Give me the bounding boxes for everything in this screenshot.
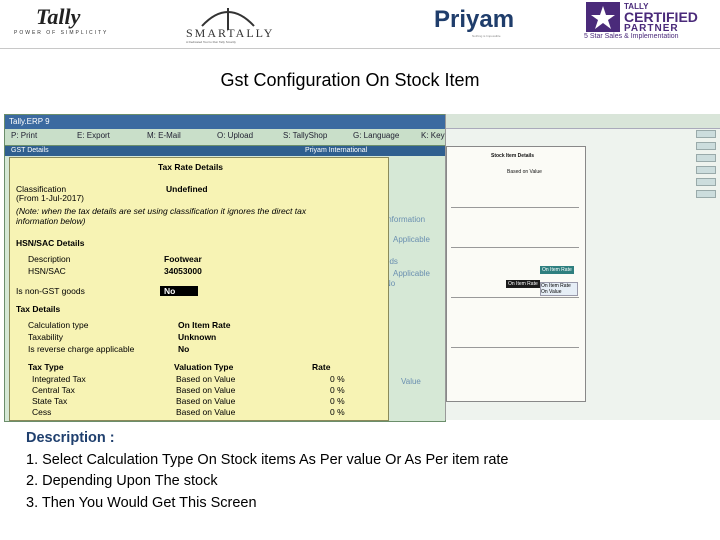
row-tax-type: Cess [32,407,52,417]
priyam-logo: Priyam Nothing is Impossible [432,4,552,42]
row-tax-type: Central Tax [32,385,75,395]
gst-details-form: Tax Rate Details Classification (From 1-… [9,157,389,421]
tally-certified-partner-logo: TALLY CERTIFIED PARTNER 5 Star Sales & I… [584,2,718,44]
reverse-charge-label: Is reverse charge applicable [28,344,135,354]
bg-label-value: Value [401,377,421,386]
row-tax-type: State Tax [32,396,68,406]
col-valuation-type: Valuation Type [174,362,234,372]
row-valuation[interactable]: Based on Value [176,396,235,406]
tax-details-title: Tax Details [16,304,61,314]
reference-list-item: On Value [541,289,562,295]
tally-menubar: P: Print E: Export M: E-Mail O: Upload S… [5,129,465,146]
menu-export[interactable]: E: Export [77,131,110,140]
hsn-section-title: HSN/SAC Details [16,238,85,248]
description-line: 2. Depending Upon The stock [26,473,218,489]
priyam-logo-word: Priyam [434,6,515,33]
description-value[interactable]: Footwear [164,254,202,264]
calc-type-label: Calculation type [28,320,89,330]
reference-side-button [696,154,716,162]
tally-header-bar: GST Details Priyam International [5,146,445,156]
taxability-value[interactable]: Unknown [178,332,216,342]
reference-divider [451,297,579,298]
classification-sub: (From 1-Jul-2017) [16,193,85,203]
smartally-logo-tagline: A Dedicated Tool to Run Tally Smartly [186,40,236,44]
description-label: Description [28,254,71,264]
reference-side-button [696,190,716,198]
non-gst-label: Is non-GST goods [16,286,85,296]
reference-divider [451,207,579,208]
reference-side-button [696,130,716,138]
reference-selected-option: On Item Rate [506,280,540,288]
row-rate[interactable]: 0 % [330,396,345,406]
priyam-logo-tagline: Nothing is Impossible [472,34,501,38]
description-line: 1. Select Calculation Type On Stock item… [26,451,509,468]
reference-popup: Stock Item Details Based on Value [446,146,586,402]
tax-rate-details-title: Tax Rate Details [158,162,224,172]
classification-note: (Note: when the tax details are set usin… [16,206,307,226]
reference-toolbar [446,114,720,129]
hsn-label: HSN/SAC [28,266,66,276]
smartally-logo-word: SMARTALLY [186,26,275,40]
row-rate[interactable]: 0 % [330,385,345,395]
description-line: 3. Then You Would Get This Screen [26,494,257,511]
reverse-charge-value[interactable]: No [178,344,189,354]
logo-banner: Tally POWER OF SIMPLICITY SMARTALLY A De… [0,0,720,49]
non-gst-value[interactable]: No [160,286,198,296]
smartally-logo: SMARTALLY A Dedicated Tool to Run Tally … [184,4,284,46]
menu-email[interactable]: M: E-Mail [147,131,181,140]
menu-upload[interactable]: O: Upload [217,131,253,140]
row-rate[interactable]: 0 % [330,407,345,417]
bg-label-applicable-1: Applicable [393,235,430,244]
reference-side-button [696,178,716,186]
tally-logo-word: Tally [36,4,81,29]
tally-logo: Tally POWER OF SIMPLICITY [8,4,124,42]
classification-value[interactable]: Undefined [166,184,208,194]
reference-screenshot: Stock Item Details Based on Value On Ite… [445,114,720,420]
reference-calc-type-list: On Item Rate On Value [540,282,578,296]
menu-tallyshop[interactable]: S: TallyShop [283,131,327,140]
description-heading: Description : [26,430,115,446]
description-block: Description : 1. Select Calculation Type… [26,428,706,514]
hsn-value[interactable]: 34053000 [164,266,202,276]
reference-divider [451,347,579,348]
header-gst-details: GST Details [11,147,49,154]
reference-divider [451,247,579,248]
reference-popup-value: Based on Value [507,169,542,175]
row-rate[interactable]: 0 % [330,374,345,384]
reference-side-button [696,142,716,150]
header-company-name: Priyam International [305,147,368,154]
row-tax-type: Integrated Tax [32,374,86,384]
menu-language[interactable]: G: Language [353,131,399,140]
star-badge-icon [586,2,620,32]
bg-label-information: Information [385,215,426,224]
row-valuation[interactable]: Based on Value [176,407,235,417]
row-valuation[interactable]: Based on Value [176,374,235,384]
col-tax-type: Tax Type [28,362,64,372]
tally-logo-tagline: POWER OF SIMPLICITY [14,30,109,36]
reference-popup-title: Stock Item Details [491,153,535,159]
reference-side-button [696,166,716,174]
reference-teal-label: On Item Rate [540,266,574,274]
bg-label-applicable-2: Applicable [393,269,430,278]
menu-print[interactable]: P: Print [11,131,37,140]
taxability-label: Taxability [28,332,63,342]
slide-title: Gst Configuration On Stock Item [220,70,480,90]
reference-button-bar [696,130,718,290]
tally-window: Tally.ERP 9 P: Print E: Export M: E-Mail… [4,114,465,422]
tally-titlebar: Tally.ERP 9 [5,115,445,129]
row-valuation[interactable]: Based on Value [176,385,235,395]
certified-line4: 5 Star Sales & Implementation [584,33,679,40]
calc-type-value[interactable]: On Item Rate [178,320,230,330]
col-rate: Rate [312,362,331,372]
